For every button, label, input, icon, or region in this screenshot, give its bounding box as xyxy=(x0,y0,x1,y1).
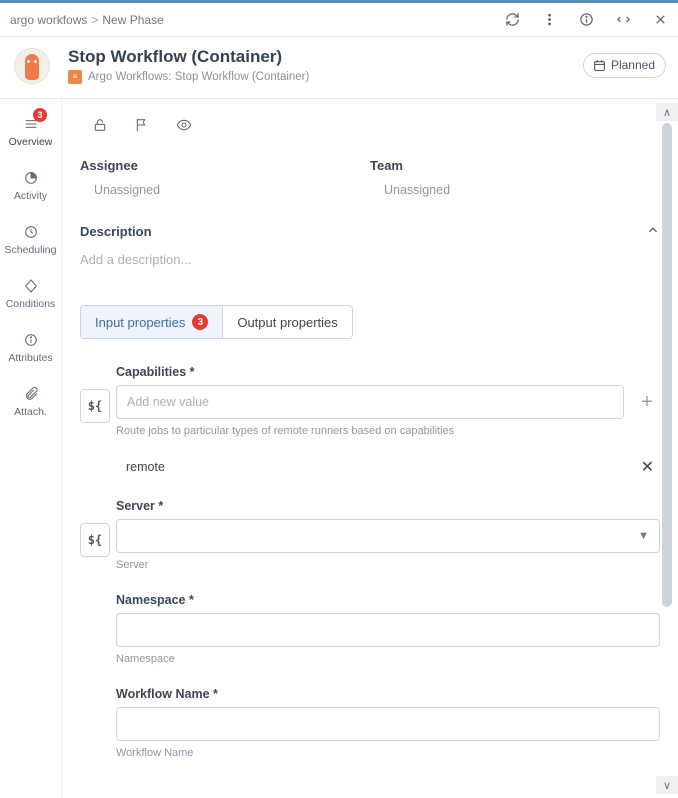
capabilities-help: Route jobs to particular types of remote… xyxy=(116,425,660,437)
workflow-type-icon: ≡ xyxy=(68,70,82,84)
content-pane: Assignee Unassigned Team Unassigned Desc… xyxy=(62,99,678,798)
scroll-thumb[interactable] xyxy=(662,123,672,607)
workflow-name-input[interactable] xyxy=(116,707,660,741)
breadcrumb-current: New Phase xyxy=(102,13,163,27)
capabilities-label: Capabilities * xyxy=(116,365,660,379)
tab-output-properties[interactable]: Output properties xyxy=(222,306,351,338)
workflow-name-help: Workflow Name xyxy=(116,747,660,759)
sidebar-item-attributes[interactable]: Attributes xyxy=(0,321,61,375)
side-nav: 3 Overview Activity Scheduling Condition… xyxy=(0,99,62,798)
namespace-help: Namespace xyxy=(116,653,660,665)
lock-icon[interactable] xyxy=(92,117,108,138)
description-input[interactable]: Add a description... xyxy=(80,252,660,267)
close-icon[interactable] xyxy=(653,12,668,27)
sidebar-item-overview[interactable]: 3 Overview xyxy=(0,105,61,159)
assignee-label: Assignee xyxy=(80,158,370,173)
namespace-input[interactable] xyxy=(116,613,660,647)
sidebar-item-scheduling[interactable]: Scheduling xyxy=(0,213,61,267)
server-select[interactable]: ▼ xyxy=(116,519,660,553)
refresh-icon[interactable] xyxy=(505,12,520,27)
expand-icon[interactable] xyxy=(616,12,631,27)
overview-badge: 3 xyxy=(33,108,47,122)
input-properties-badge: 3 xyxy=(192,314,208,330)
argo-avatar-icon xyxy=(14,48,50,84)
team-value[interactable]: Unassigned xyxy=(370,183,660,197)
sidebar-item-attach[interactable]: Attach. xyxy=(0,375,61,429)
page-title: Stop Workflow (Container) xyxy=(68,47,309,67)
workflow-name-label: Workflow Name * xyxy=(116,687,660,701)
breadcrumb-root[interactable]: argo workfows xyxy=(10,13,87,27)
scroll-down-icon[interactable]: ∨ xyxy=(656,776,678,794)
breadcrumb: argo workfows > New Phase xyxy=(0,3,678,37)
toolbar xyxy=(80,111,660,158)
scrollbar[interactable]: ∧ ∨ xyxy=(656,99,678,798)
page-header: Stop Workflow (Container) ≡ Argo Workflo… xyxy=(0,37,678,99)
namespace-label: Namespace * xyxy=(116,593,660,607)
tab-input-properties[interactable]: Input properties 3 xyxy=(81,306,222,338)
page-subtitle: Argo Workflows: Stop Workflow (Container… xyxy=(88,71,309,83)
status-badge-planned[interactable]: Planned xyxy=(583,53,666,78)
flag-icon[interactable] xyxy=(134,117,150,138)
properties-tabs: Input properties 3 Output properties xyxy=(80,305,353,339)
assignee-value[interactable]: Unassigned xyxy=(80,183,370,197)
sidebar-item-activity[interactable]: Activity xyxy=(0,159,61,213)
breadcrumb-separator: > xyxy=(87,13,102,27)
expression-button-server[interactable]: ${ xyxy=(80,523,110,557)
more-vertical-icon[interactable] xyxy=(542,12,557,27)
capability-chip-remote: remote xyxy=(126,460,165,474)
sidebar-item-conditions[interactable]: Conditions xyxy=(0,267,61,321)
info-icon[interactable] xyxy=(579,12,594,27)
remove-chip-icon[interactable]: ✕ xyxy=(641,457,654,477)
server-label: Server * xyxy=(116,499,660,513)
capabilities-input[interactable] xyxy=(116,385,624,419)
scroll-up-icon[interactable]: ∧ xyxy=(656,103,678,121)
team-label: Team xyxy=(370,158,660,173)
description-header[interactable]: Description xyxy=(80,223,660,240)
expression-button-capabilities[interactable]: ${ xyxy=(80,389,110,423)
server-help: Server xyxy=(116,559,660,571)
watch-icon[interactable] xyxy=(176,117,192,138)
caret-down-icon: ▼ xyxy=(638,530,649,542)
